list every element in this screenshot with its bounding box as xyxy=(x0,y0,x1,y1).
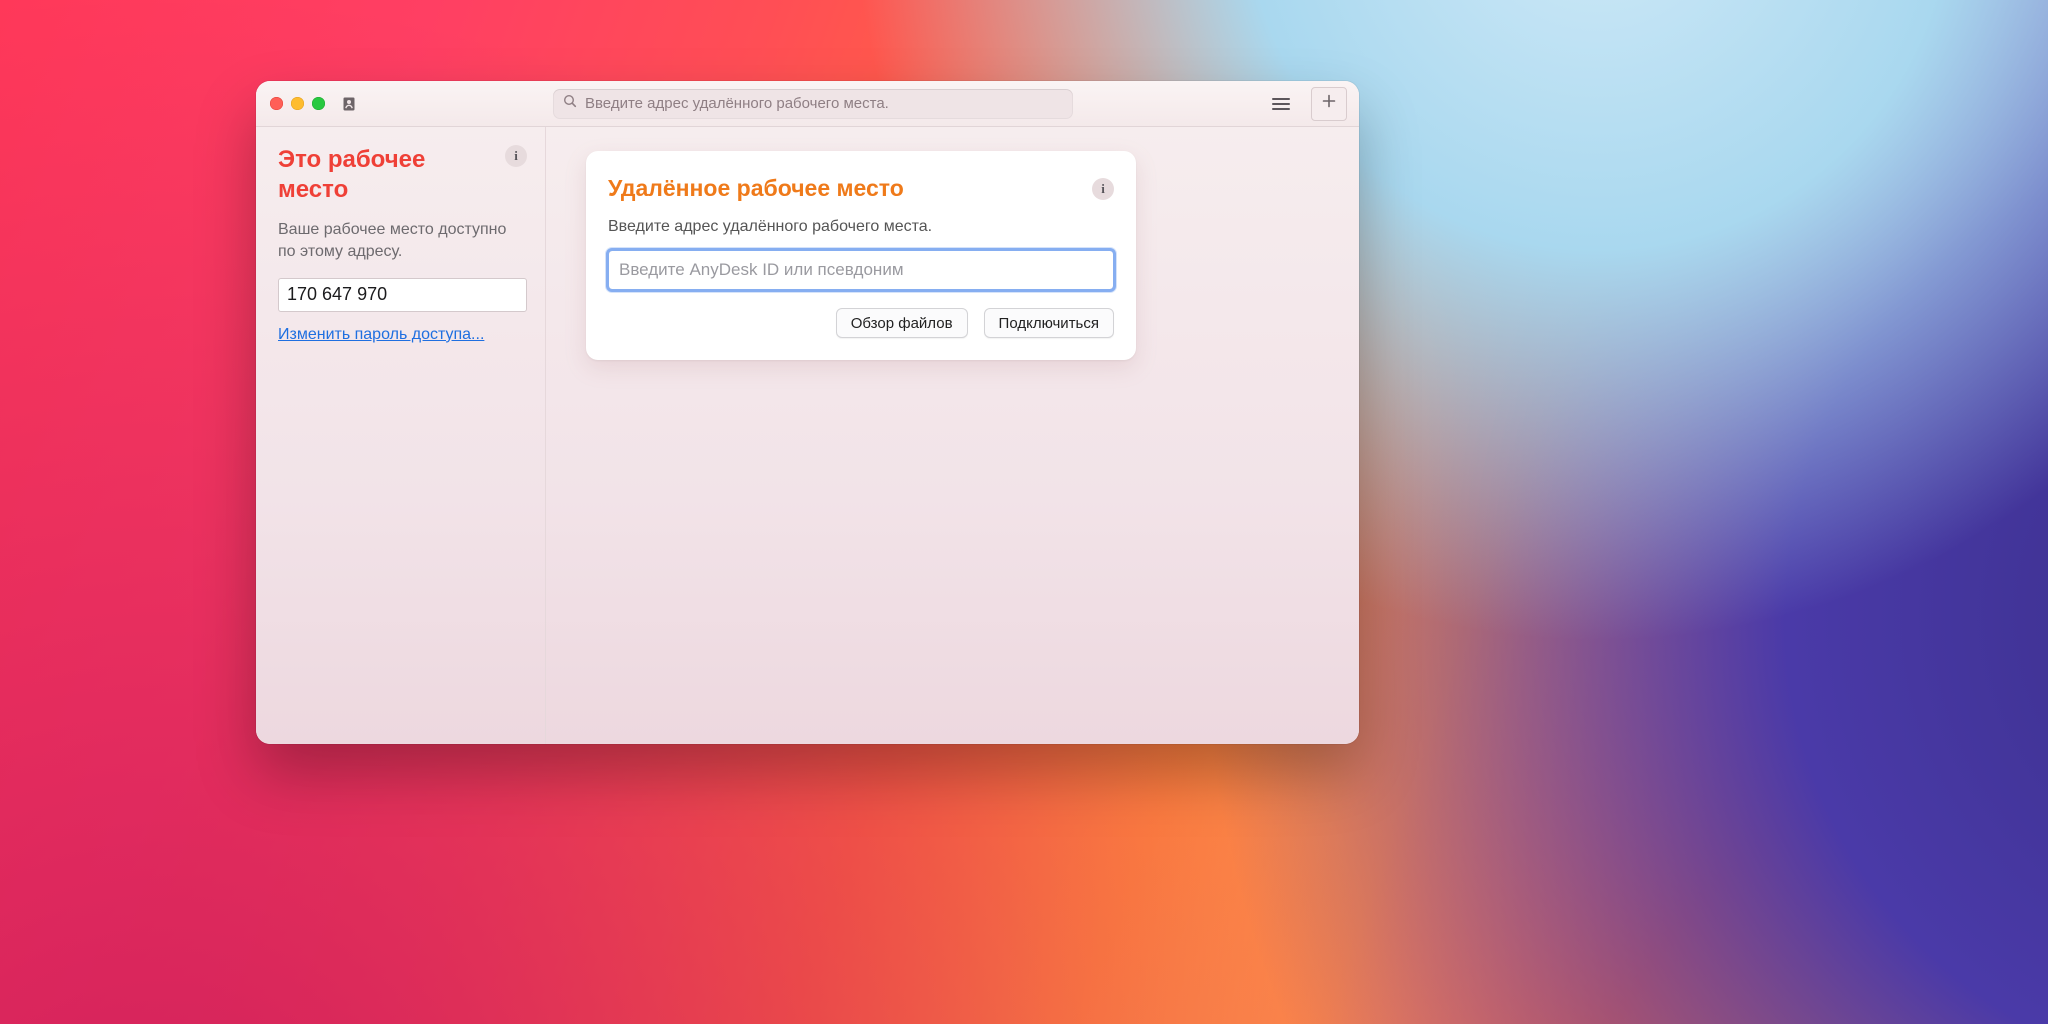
window-controls xyxy=(270,97,325,110)
fullscreen-window-button[interactable] xyxy=(312,97,325,110)
main-area: Удалённое рабочее место i Введите адрес … xyxy=(546,127,1359,744)
browse-files-button[interactable]: Обзор файлов xyxy=(836,308,968,338)
search-icon xyxy=(563,94,577,113)
remote-desk-title: Удалённое рабочее место xyxy=(608,175,904,202)
this-desk-id-field[interactable]: 170 647 970 xyxy=(278,278,527,312)
this-desk-description: Ваше рабочее место доступно по этому адр… xyxy=(278,219,527,264)
anydesk-window: Это рабочее место i Ваше рабочее место д… xyxy=(256,81,1359,744)
close-window-button[interactable] xyxy=(270,97,283,110)
address-search[interactable] xyxy=(553,89,1073,119)
minimize-window-button[interactable] xyxy=(291,97,304,110)
titlebar xyxy=(256,81,1359,127)
window-body: Это рабочее место i Ваше рабочее место д… xyxy=(256,127,1359,744)
address-book-icon xyxy=(341,96,357,112)
remote-desk-card: Удалённое рабочее место i Введите адрес … xyxy=(586,151,1136,360)
connect-button[interactable]: Подключиться xyxy=(984,308,1114,338)
hamburger-icon xyxy=(1272,97,1290,111)
this-desk-panel: Это рабочее место i Ваше рабочее место д… xyxy=(256,127,546,744)
remote-desk-buttons: Обзор файлов Подключиться xyxy=(608,308,1114,338)
info-icon: i xyxy=(514,148,518,164)
menu-button[interactable] xyxy=(1267,91,1295,117)
address-search-input[interactable] xyxy=(585,95,1063,112)
address-book-button[interactable] xyxy=(335,91,363,117)
this-desk-title: Это рабочее место xyxy=(278,145,468,205)
plus-icon xyxy=(1322,94,1336,113)
new-tab-button[interactable] xyxy=(1311,87,1347,121)
this-desk-info-button[interactable]: i xyxy=(505,145,527,167)
remote-address-input[interactable] xyxy=(608,250,1114,290)
info-icon: i xyxy=(1101,181,1105,197)
change-access-password-link[interactable]: Изменить пароль доступа... xyxy=(278,326,484,344)
remote-desk-info-button[interactable]: i xyxy=(1092,178,1114,200)
remote-desk-description: Введите адрес удалённого рабочего места. xyxy=(608,218,1114,236)
